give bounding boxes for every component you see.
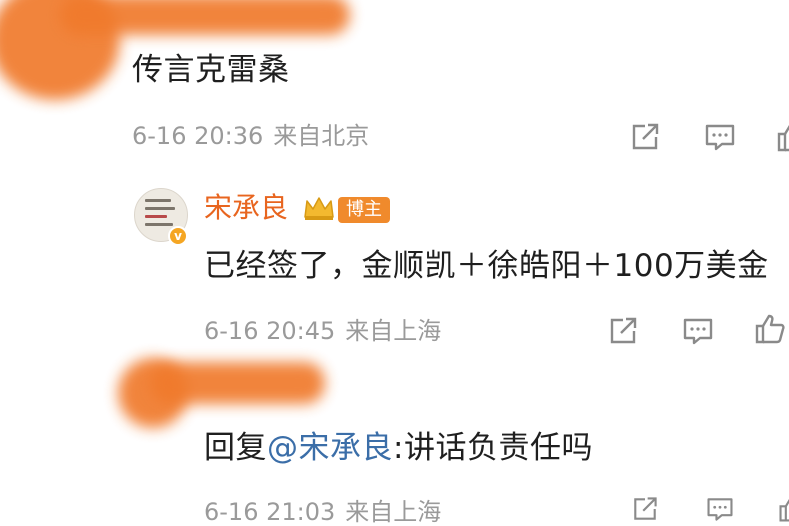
comment-button[interactable] bbox=[703, 494, 737, 524]
comment-meta: 6-16 20:36 来自北京 bbox=[132, 122, 369, 150]
comment-time: 6-16 21:03 bbox=[204, 498, 336, 526]
comment-text: 已经签了，金顺凯＋徐皓阳＋100万美金 bbox=[204, 248, 769, 284]
comment-location: 来自上海 bbox=[345, 317, 442, 345]
username[interactable]: 宋承良 bbox=[204, 192, 288, 224]
comment-icon bbox=[707, 498, 733, 521]
comment-icon bbox=[705, 124, 735, 151]
share-button[interactable] bbox=[628, 494, 662, 524]
like-button[interactable] bbox=[775, 494, 789, 524]
verified-icon: v bbox=[168, 226, 188, 246]
share-icon bbox=[634, 497, 657, 520]
reply-body: :讲话负责任吗 bbox=[393, 430, 593, 466]
like-icon bbox=[755, 314, 785, 344]
share-button[interactable] bbox=[628, 120, 662, 154]
comment-meta: 6-16 20:45 来自上海 bbox=[204, 317, 441, 345]
mention-link[interactable]: @宋承良 bbox=[267, 430, 393, 466]
comment-button[interactable] bbox=[703, 120, 737, 154]
redacted-username bbox=[150, 362, 325, 404]
share-icon bbox=[632, 123, 659, 150]
reply-prefix: 回复 bbox=[204, 430, 267, 466]
like-icon bbox=[779, 499, 789, 522]
comment-icon bbox=[683, 318, 713, 345]
comment-time: 6-16 20:45 bbox=[204, 317, 336, 345]
comment-location: 来自北京 bbox=[273, 122, 370, 150]
share-icon bbox=[610, 317, 637, 344]
comment-location: 来自上海 bbox=[345, 498, 442, 526]
like-button[interactable] bbox=[775, 120, 789, 154]
crown-badge-icon bbox=[302, 195, 336, 221]
comment-time: 6-16 20:36 bbox=[132, 122, 264, 150]
like-button[interactable] bbox=[753, 312, 787, 346]
comment-meta: 6-16 21:03 来自上海 bbox=[204, 498, 441, 526]
share-button[interactable] bbox=[606, 314, 640, 348]
reply-text: 回复@宋承良:讲话负责任吗 bbox=[204, 430, 593, 466]
comment-text: 传言克雷桑 bbox=[132, 52, 290, 88]
blogger-badge: 博主 bbox=[338, 197, 390, 223]
comment-button[interactable] bbox=[681, 314, 715, 348]
redacted-username bbox=[60, 0, 350, 35]
like-icon bbox=[777, 125, 789, 152]
